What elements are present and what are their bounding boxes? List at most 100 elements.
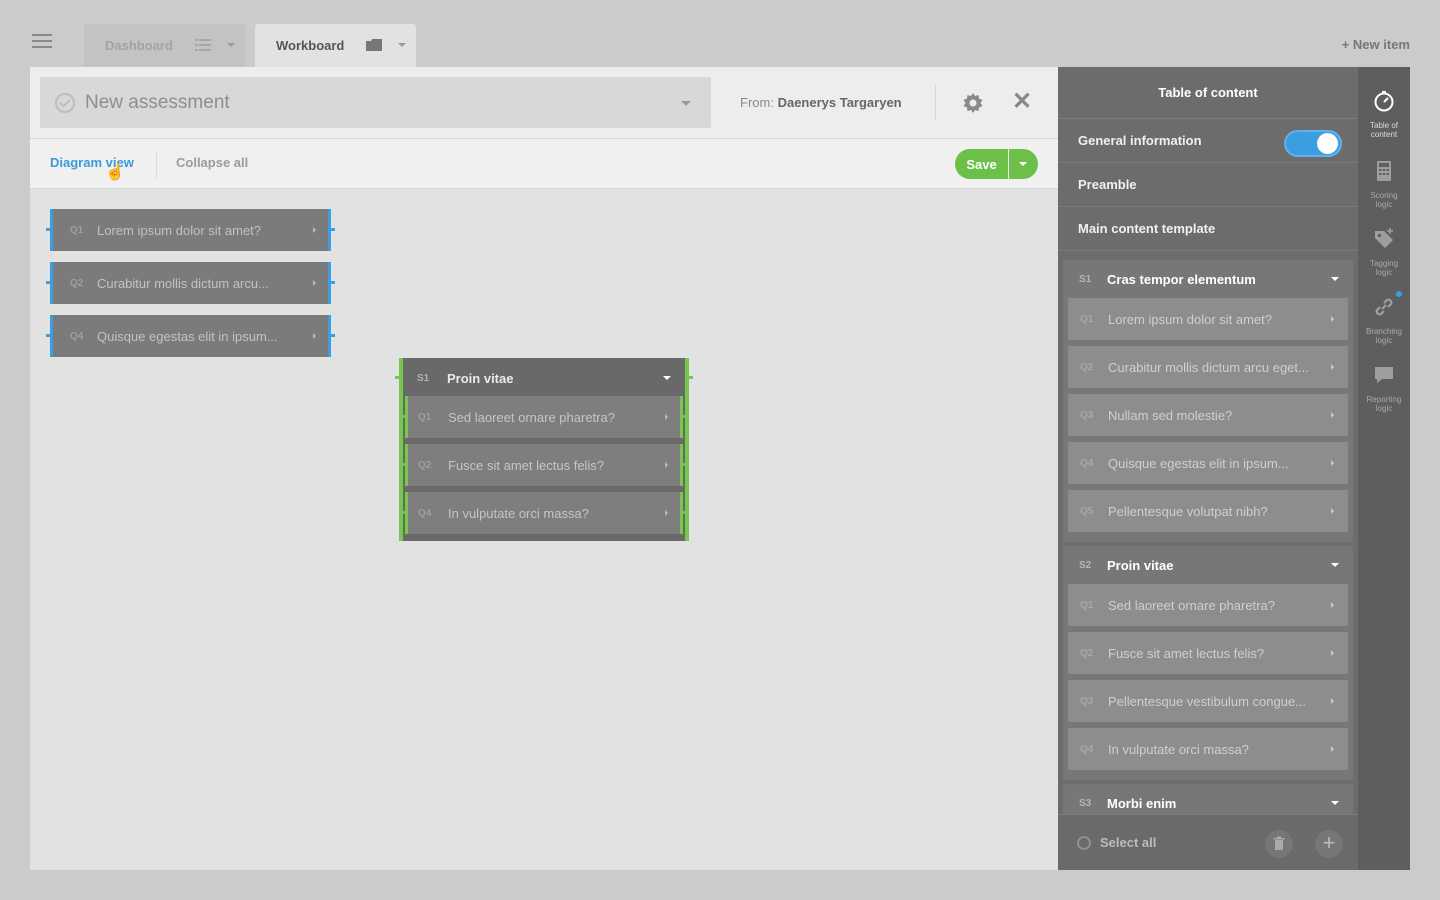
- chevron-down-icon[interactable]: [227, 43, 235, 47]
- rail-branching-logic[interactable]: Branching logic: [1358, 291, 1410, 345]
- collapse-all-button[interactable]: Collapse all: [176, 155, 248, 170]
- select-all-radio[interactable]: [1077, 836, 1091, 850]
- question-text: Curabitur mollis dictum arcu...: [97, 275, 269, 291]
- toc-section: S2 Proin vitae Q1 Sed laoreet ornare phar…: [1063, 546, 1353, 780]
- divider: [156, 151, 157, 179]
- toc-question[interactable]: Q3 Nullam sed molestie?: [1068, 394, 1348, 436]
- tab-label: Workboard: [276, 38, 345, 53]
- rail-label-line: Branching: [1365, 327, 1403, 336]
- question-number: Q2: [1080, 647, 1094, 659]
- add-button[interactable]: +: [1315, 830, 1343, 858]
- compass-icon: [1374, 91, 1394, 112]
- trash-icon: [1273, 836, 1285, 850]
- rail-label: Branching logic: [1358, 327, 1410, 345]
- rail-label-line: Scoring: [1370, 191, 1398, 200]
- toc-question[interactable]: Q1 Lorem ipsum dolor sit amet?: [1068, 298, 1348, 340]
- rail-label-line: logic: [1375, 268, 1393, 277]
- question-number: Q2: [418, 459, 432, 471]
- rail-label: Scoring logic: [1358, 191, 1410, 209]
- question-number: Q5: [1080, 505, 1094, 517]
- diagram-section-node[interactable]: S1 Proin vitae Q1 Sed laoreet ornare pha…: [395, 358, 693, 541]
- section-header[interactable]: S1 Proin vitae: [403, 358, 685, 398]
- toc-question[interactable]: Q5 Pellentesque volutpat nibh?: [1068, 490, 1348, 532]
- toc-row-label: Preamble: [1078, 177, 1137, 192]
- rail-tagging-logic[interactable]: Tagging logic: [1358, 227, 1410, 277]
- chevron-right-icon: [313, 333, 316, 339]
- toc-question[interactable]: Q4 In vulputate orci massa?: [1068, 728, 1348, 770]
- assessment-editor: New assessment From: Daenerys Targaryen …: [30, 67, 1058, 870]
- notification-dot: [1396, 291, 1402, 297]
- toc-title: Table of content: [1058, 67, 1358, 119]
- diagram-question-node[interactable]: Q1 Sed laoreet ornare pharetra?: [401, 396, 687, 438]
- chevron-right-icon: [313, 280, 316, 286]
- chevron-down-icon[interactable]: [1331, 563, 1339, 567]
- folder-icon: [366, 39, 382, 51]
- plus-icon: +: [1322, 830, 1336, 855]
- delete-button[interactable]: [1265, 830, 1293, 858]
- toc-main-content-template[interactable]: Main content template: [1058, 207, 1358, 251]
- chevron-down-icon[interactable]: [663, 376, 671, 380]
- chevron-right-icon: [1331, 698, 1334, 704]
- gear-icon[interactable]: [963, 93, 983, 113]
- toc-question[interactable]: Q4 Quisque egestas elit in ipsum...: [1068, 442, 1348, 484]
- chevron-right-icon: [1331, 412, 1334, 418]
- chevron-right-icon: [665, 510, 668, 516]
- chevron-down-icon[interactable]: [1331, 801, 1339, 805]
- diagram-question-node[interactable]: Q4 In vulputate orci massa?: [401, 492, 687, 534]
- diagram-question-node[interactable]: Q2 Fusce sit amet lectus felis?: [401, 444, 687, 486]
- check-circle-icon: [55, 92, 75, 113]
- question-text: Fusce sit amet lectus felis?: [1108, 645, 1265, 661]
- chevron-right-icon: [1331, 460, 1334, 466]
- save-button[interactable]: Save: [955, 149, 1008, 179]
- tab-workboard[interactable]: Workboard: [255, 24, 416, 67]
- list-view-icon: [195, 39, 211, 51]
- toc-sections-list[interactable]: S1 Cras tempor elementum Q1 Lorem ipsum d…: [1063, 260, 1353, 814]
- editor-header: New assessment From: Daenerys Targaryen …: [30, 67, 1058, 139]
- rail-label: Tagging logic: [1358, 259, 1410, 277]
- chevron-down-icon[interactable]: [681, 101, 691, 106]
- chevron-down-icon[interactable]: [1331, 277, 1339, 281]
- question-text: Quisque egestas elit in ipsum...: [1108, 455, 1289, 471]
- toc-section-header[interactable]: S3 Morbi enim: [1063, 784, 1353, 814]
- new-item-link[interactable]: + New item: [1342, 37, 1410, 52]
- question-number: Q4: [1080, 457, 1094, 469]
- section-number: S3: [1079, 797, 1092, 809]
- toc-preamble[interactable]: Preamble: [1058, 163, 1358, 207]
- question-text: Sed laoreet ornare pharetra?: [448, 409, 615, 425]
- rail-reporting-logic[interactable]: Reporting logic: [1358, 363, 1410, 413]
- toc-question[interactable]: Q1 Sed laoreet ornare pharetra?: [1068, 584, 1348, 626]
- question-number: Q2: [70, 277, 84, 289]
- rail-table-of-content[interactable]: Table of content: [1358, 89, 1410, 139]
- rail-label-line: logic: [1375, 336, 1393, 345]
- hamburger-menu-icon[interactable]: [32, 34, 52, 50]
- author-name: Daenerys Targaryen: [777, 95, 902, 110]
- toc-section-header[interactable]: S1 Cras tempor elementum: [1063, 260, 1353, 298]
- question-number: Q1: [1080, 313, 1094, 325]
- toc-general-information[interactable]: General information: [1058, 119, 1358, 163]
- section-title: Morbi enim: [1107, 795, 1177, 811]
- tag-icon: [1375, 228, 1393, 248]
- assessment-title-field[interactable]: New assessment: [40, 77, 711, 128]
- chevron-down-icon[interactable]: [398, 43, 406, 47]
- chevron-right-icon: [1331, 602, 1334, 608]
- editor-toolbar: Diagram view ☝ Collapse all Save: [30, 139, 1058, 189]
- toc-question[interactable]: Q2 Curabitur mollis dictum arcu eget...: [1068, 346, 1348, 388]
- diagram-question-node[interactable]: Q2 Curabitur mollis dictum arcu...: [46, 262, 335, 304]
- tab-dashboard[interactable]: Dashboard: [84, 24, 245, 67]
- table-of-content-panel: Table of content General information Pre…: [1058, 67, 1358, 870]
- question-number: Q4: [1080, 743, 1094, 755]
- rail-label-line: Reporting: [1366, 395, 1402, 404]
- diagram-question-node[interactable]: Q4 Quisque egestas elit in ipsum...: [46, 315, 335, 357]
- toc-question[interactable]: Q2 Fusce sit amet lectus felis?: [1068, 632, 1348, 674]
- toc-section-header[interactable]: S2 Proin vitae: [1063, 546, 1353, 584]
- chevron-right-icon: [1331, 746, 1334, 752]
- diagram-question-node[interactable]: Q1 Lorem ipsum dolor sit amet?: [46, 209, 335, 251]
- rail-label: Table of content: [1358, 121, 1410, 139]
- select-all-label[interactable]: Select all: [1100, 835, 1156, 850]
- close-icon[interactable]: ✕: [1012, 90, 1032, 114]
- rail-label-line: logic: [1375, 404, 1393, 413]
- toc-question[interactable]: Q3 Pellentesque vestibulum congue...: [1068, 680, 1348, 722]
- general-information-toggle[interactable]: [1284, 130, 1342, 157]
- rail-scoring-logic[interactable]: Scoring logic: [1358, 159, 1410, 209]
- save-dropdown-button[interactable]: [1009, 149, 1038, 179]
